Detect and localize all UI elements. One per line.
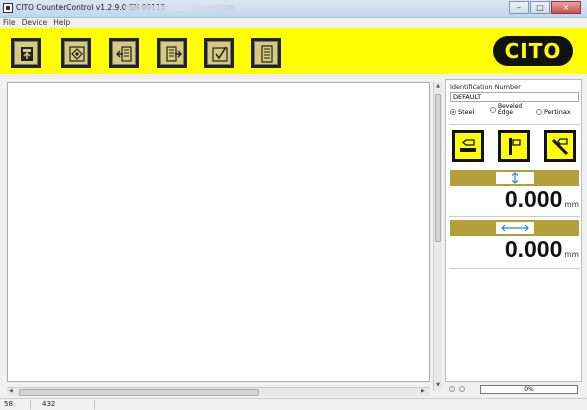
status-divider (30, 400, 31, 409)
main-canvas[interactable] (7, 82, 430, 382)
status-cell-right: 432 (42, 400, 56, 408)
divider (449, 216, 580, 217)
logo-text: CITO (504, 39, 562, 63)
width-value: 0.000 (504, 236, 563, 262)
minimize-button[interactable]: – (509, 1, 529, 14)
progress-bar: 0% (480, 385, 578, 394)
check-button[interactable] (204, 38, 234, 68)
title-bar: CITO CounterControl v1.2.9.0 SN 00115 – … (0, 0, 587, 18)
scroll-left-icon[interactable]: ◀ (9, 388, 13, 394)
width-readout: 0.000 mm (450, 236, 579, 263)
horizontal-scroll-thumb[interactable] (19, 389, 259, 396)
cito-logo: CITO (493, 36, 573, 66)
radio-pertinax[interactable]: Pertinax (536, 108, 571, 116)
menu-bar: File Device Help (0, 18, 587, 28)
measure-vertical-button[interactable] (498, 130, 530, 162)
menu-device[interactable]: Device (19, 18, 51, 28)
export-button[interactable] (157, 38, 187, 68)
maximize-button[interactable]: □ (530, 1, 550, 14)
height-value: 0.000 (504, 186, 563, 212)
title-extra (125, 5, 235, 11)
radio-steel-label: Steel (458, 108, 475, 116)
width-gauge-bar (450, 220, 579, 236)
vertical-arrow-icon (511, 172, 519, 184)
measure-angled-button[interactable] (544, 130, 576, 162)
status-strip: 0% (445, 384, 582, 396)
radio-beveled-label: Beveled Edge (498, 103, 523, 116)
radio-steel[interactable]: Steel (450, 108, 474, 116)
vertical-measure-icon (509, 138, 521, 155)
status-bar: 58 432 (0, 398, 587, 410)
app-icon (3, 3, 13, 13)
report-button[interactable] (251, 38, 281, 68)
menu-help[interactable]: Help (50, 18, 73, 28)
scroll-right-icon[interactable]: ▶ (421, 388, 425, 394)
document-icon (261, 45, 273, 63)
menu-file[interactable]: File (0, 18, 19, 28)
radio-beveled-edge[interactable]: Beveled Edge (490, 104, 522, 116)
status-led-icon (459, 386, 465, 392)
width-unit: mm (564, 250, 579, 259)
material-radio-group: Steel Beveled Edge Pertinax (450, 104, 580, 122)
vertical-scrollbar[interactable]: ▲ ▼ (433, 82, 442, 391)
device-icon (21, 47, 33, 61)
vertical-scroll-thumb[interactable] (435, 94, 441, 242)
scroll-up-icon[interactable]: ▲ (434, 83, 442, 89)
id-input[interactable]: DEFAULT (450, 92, 579, 102)
measure-flat-button[interactable] (452, 130, 484, 162)
horizontal-arrow-icon (501, 224, 529, 232)
flat-measure-icon (460, 139, 476, 152)
radio-beveled-dot[interactable] (490, 107, 496, 113)
divider (449, 268, 580, 269)
target-button[interactable] (61, 38, 91, 68)
close-button[interactable]: × (551, 1, 581, 14)
scroll-down-icon[interactable]: ▼ (434, 382, 442, 388)
status-cell-left: 58 (4, 400, 13, 408)
height-readout: 0.000 mm (450, 186, 579, 213)
export-icon (166, 46, 182, 62)
height-unit: mm (564, 200, 579, 209)
height-gauge-bar (450, 170, 579, 186)
checkmark-icon (212, 46, 228, 62)
target-icon (69, 46, 85, 62)
measurement-panel: Identification Number DEFAULT Steel Beve… (445, 79, 582, 382)
import-button[interactable] (109, 38, 139, 68)
radio-pertinax-dot[interactable] (536, 109, 542, 115)
radio-pertinax-label: Pertinax (544, 108, 571, 116)
radio-steel-dot[interactable] (450, 109, 456, 115)
import-icon (116, 46, 132, 62)
id-label: Identification Number (450, 83, 521, 91)
angled-measure-icon (551, 138, 569, 156)
divider (449, 124, 580, 125)
status-led-icon (449, 386, 455, 392)
connect-device-button[interactable] (11, 38, 41, 68)
horizontal-scrollbar[interactable]: ◀ ▶ (7, 387, 430, 396)
status-divider (94, 400, 95, 409)
